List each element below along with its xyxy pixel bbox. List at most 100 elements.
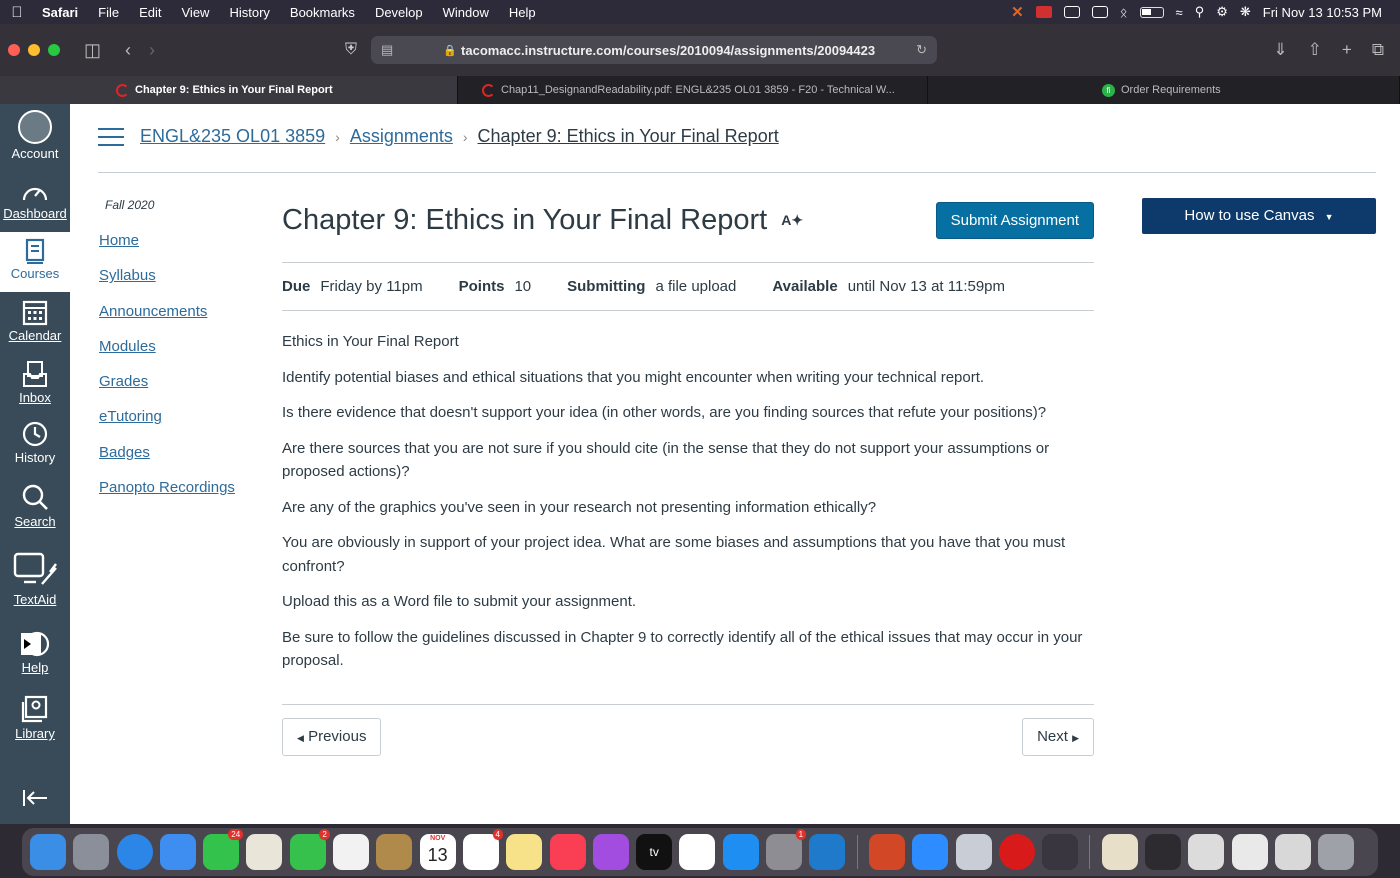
minimize-window-button[interactable] bbox=[28, 44, 40, 56]
podcasts-icon[interactable] bbox=[592, 834, 629, 870]
recorder-icon[interactable] bbox=[998, 834, 1035, 870]
messages-icon[interactable]: 24 bbox=[203, 829, 244, 870]
breadcrumb-assignments[interactable]: Assignments bbox=[350, 126, 453, 147]
nav-help[interactable]: ? Help bbox=[0, 630, 70, 675]
music-icon[interactable] bbox=[549, 834, 586, 870]
menu-file[interactable]: File bbox=[88, 5, 129, 20]
folder-stack-icon[interactable] bbox=[1274, 834, 1311, 870]
nav-calendar[interactable]: Calendar bbox=[0, 298, 70, 343]
x-app-dock-icon[interactable] bbox=[1042, 834, 1079, 870]
reader-icon[interactable]: ▤ bbox=[381, 42, 393, 58]
description-paragraph: Ethics in Your Final Report bbox=[282, 333, 459, 350]
menu-bookmarks[interactable]: Bookmarks bbox=[280, 5, 365, 20]
maps-icon[interactable] bbox=[246, 834, 283, 870]
keyboard-icon[interactable] bbox=[1091, 6, 1108, 18]
siri-icon[interactable]: ❋ bbox=[1240, 4, 1251, 20]
contacts-icon[interactable] bbox=[376, 834, 413, 870]
sidebar-toggle-icon[interactable]: ◫ bbox=[84, 40, 101, 61]
safari-icon[interactable] bbox=[116, 834, 153, 870]
battery-icon[interactable] bbox=[1139, 6, 1164, 18]
vscode-icon[interactable] bbox=[809, 834, 846, 870]
facetime-icon[interactable]: 2 bbox=[289, 829, 330, 870]
zoom-window-button[interactable] bbox=[48, 44, 60, 56]
share-icon[interactable]: ⇧ bbox=[1308, 40, 1322, 60]
course-nav-modules[interactable]: Modules bbox=[99, 338, 235, 373]
back-icon[interactable]: ‹ bbox=[125, 40, 131, 61]
menu-clock[interactable]: Fri Nov 13 10:53 PM bbox=[1263, 5, 1382, 20]
photos-icon[interactable] bbox=[333, 834, 370, 870]
previous-button[interactable]: ◀ Previous bbox=[282, 718, 382, 756]
tab-chap11-pdf[interactable]: Chap11_DesignandReadability.pdf: ENGL&23… bbox=[458, 76, 928, 104]
tab-chapter9[interactable]: Chapter 9: Ethics in Your Final Report bbox=[0, 76, 458, 104]
next-button[interactable]: Next ▶ bbox=[1022, 718, 1094, 756]
calendar-app-icon[interactable]: NOV 13 bbox=[419, 834, 456, 870]
course-nav-etutoring[interactable]: eTutoring bbox=[99, 408, 235, 443]
course-nav-panopto[interactable]: Panopto Recordings bbox=[99, 479, 235, 514]
collapse-icon bbox=[23, 790, 47, 806]
control-center-icon[interactable]: ⚙ bbox=[1216, 4, 1228, 20]
tab-overview-icon[interactable]: ⧉ bbox=[1372, 40, 1384, 60]
screenshot-stack-icon[interactable] bbox=[1231, 834, 1268, 870]
notes-icon[interactable] bbox=[506, 834, 543, 870]
nav-library[interactable]: Library bbox=[0, 694, 70, 741]
zoom-icon[interactable] bbox=[912, 834, 949, 870]
menu-view[interactable]: View bbox=[172, 5, 220, 20]
preview-icon[interactable] bbox=[955, 834, 992, 870]
nav-search[interactable]: Search bbox=[0, 482, 70, 529]
how-to-use-canvas-button[interactable]: How to use Canvas ▼ bbox=[1142, 198, 1376, 234]
nav-courses[interactable]: Courses bbox=[0, 232, 70, 292]
app-store-icon[interactable] bbox=[722, 834, 759, 870]
address-bar[interactable]: ▤ 🔒 tacomacc.instructure.com/courses/201… bbox=[371, 36, 938, 64]
course-nav-grades[interactable]: Grades bbox=[99, 373, 235, 408]
record-icon[interactable] bbox=[1035, 6, 1052, 18]
privacy-shield-icon[interactable]: ⛨ bbox=[345, 41, 357, 59]
breadcrumb-course[interactable]: ENGL&235 OL01 3859 bbox=[140, 126, 325, 147]
launchpad-icon[interactable] bbox=[73, 834, 110, 870]
new-tab-icon[interactable]: + bbox=[1342, 40, 1352, 60]
document-stack-icon[interactable] bbox=[1101, 834, 1138, 870]
finder-icon[interactable] bbox=[30, 834, 66, 870]
tab-order-requirements[interactable]: fi Order Requirements bbox=[928, 76, 1400, 104]
screen-icon[interactable] bbox=[1063, 6, 1080, 18]
nav-inbox[interactable]: Inbox bbox=[0, 360, 70, 405]
nav-label: TextAid bbox=[13, 592, 57, 607]
system-preferences-icon[interactable]: 1 bbox=[766, 829, 807, 870]
collapse-nav-button[interactable] bbox=[0, 788, 70, 808]
x-app-icon[interactable]: ✕ bbox=[1011, 3, 1024, 21]
course-nav-announcements[interactable]: Announcements bbox=[99, 303, 235, 338]
apple-menu-icon[interactable]:  bbox=[0, 4, 34, 21]
mail-icon[interactable] bbox=[159, 834, 196, 870]
menu-app[interactable]: Safari bbox=[34, 5, 88, 20]
nav-textaid[interactable]: TextAid bbox=[0, 550, 70, 607]
course-nav-badges[interactable]: Badges bbox=[99, 444, 235, 479]
course-nav-home[interactable]: Home bbox=[99, 232, 235, 267]
menu-edit[interactable]: Edit bbox=[129, 5, 171, 20]
trash-icon[interactable] bbox=[1318, 834, 1355, 870]
downloads-stack-icon[interactable] bbox=[1145, 834, 1182, 870]
menu-history[interactable]: History bbox=[219, 5, 279, 20]
reload-icon[interactable]: ↻ bbox=[916, 42, 927, 58]
nav-dashboard[interactable]: Dashboard bbox=[0, 182, 70, 221]
apple-tv-icon[interactable]: tv bbox=[636, 834, 673, 870]
close-window-button[interactable] bbox=[8, 44, 20, 56]
course-menu-toggle[interactable] bbox=[98, 127, 124, 146]
menu-help[interactable]: Help bbox=[499, 5, 546, 20]
bluetooth-icon[interactable]: ᛟ bbox=[1120, 5, 1128, 20]
course-nav-syllabus[interactable]: Syllabus bbox=[99, 267, 235, 302]
immersive-reader-icon[interactable]: A✦ bbox=[781, 212, 803, 229]
menu-window[interactable]: Window bbox=[433, 5, 499, 20]
menu-develop[interactable]: Develop bbox=[365, 5, 433, 20]
forward-icon[interactable]: › bbox=[149, 40, 155, 61]
nav-history[interactable]: History bbox=[0, 420, 70, 465]
nav-account[interactable]: Account bbox=[0, 110, 70, 161]
spotlight-icon[interactable]: ⚲ bbox=[1195, 4, 1205, 20]
loading-icon bbox=[482, 83, 495, 97]
downloads-icon[interactable]: ⇓ bbox=[1273, 40, 1287, 60]
wifi-icon[interactable]: ≈ bbox=[1176, 5, 1183, 20]
powerpoint-icon[interactable] bbox=[868, 834, 905, 870]
breadcrumb-current-page[interactable]: Chapter 9: Ethics in Your Final Report bbox=[478, 126, 779, 147]
file-stack-icon[interactable] bbox=[1188, 834, 1225, 870]
reminders-icon[interactable]: 4 bbox=[462, 829, 503, 870]
submit-assignment-button[interactable]: Submit Assignment bbox=[935, 201, 1094, 239]
news-icon[interactable] bbox=[679, 834, 716, 870]
